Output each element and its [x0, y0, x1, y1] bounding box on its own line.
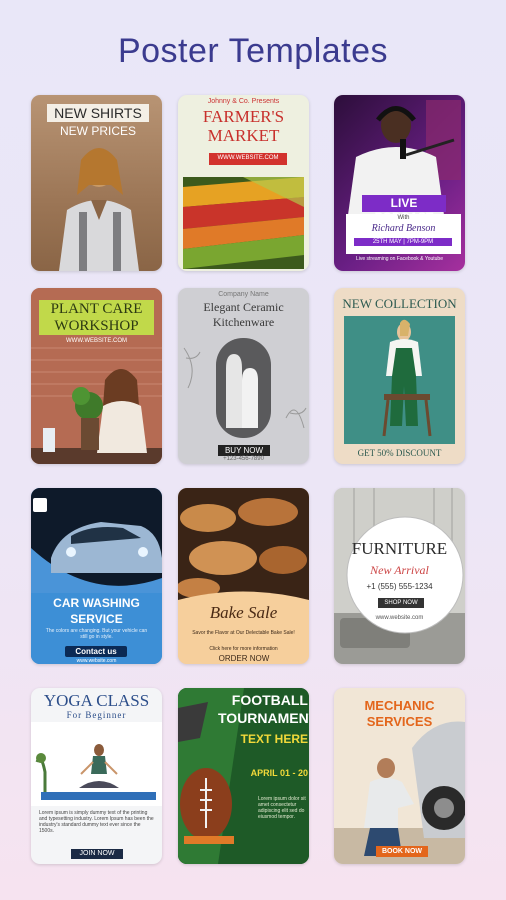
template-furniture[interactable]: FURNITURE New Arrival +1 (555) 555-1234 … — [334, 488, 465, 664]
template-bake-sale[interactable]: Bake Sale Savor the Flavor at Our Delect… — [178, 488, 309, 664]
furniture-website: www.website.com — [375, 615, 424, 621]
bake-tagline: Savor the Flavor at Our Delectable Bake … — [192, 630, 295, 636]
podcast-name: Richard Benson — [371, 223, 436, 234]
carwash-logo: Logo Here — [33, 500, 45, 512]
furniture-title: FURNITURE — [351, 539, 448, 558]
template-mechanic[interactable]: MECHANIC SERVICES BOOK NOW — [334, 688, 465, 864]
mechanic-title2: SERVICES — [366, 714, 433, 729]
carwash-title2: SERVICE — [70, 612, 123, 626]
page-title: Poster Templates — [117, 32, 389, 70]
yoga-subtitle: For Beginner — [66, 710, 127, 720]
template-yoga[interactable]: YOGA CLASS For Beginner Lorem ipsum is s… — [31, 688, 162, 864]
podcast-with: With — [397, 215, 410, 221]
plant-website: WWW.WEBSITE.COM — [66, 338, 127, 344]
furniture-shop-button: SHOP NOW — [384, 600, 418, 606]
vegetables-photo — [183, 177, 304, 269]
furniture-script: New Arrival — [370, 563, 429, 577]
carwash-contact-button: Contact us — [75, 647, 117, 656]
bake-order-button[interactable]: ORDER NOW — [213, 654, 275, 663]
template-new-shirts[interactable]: NEW SHIRTS NEW PRICES — [31, 95, 162, 271]
furniture-phone: +1 (555) 555-1234 — [366, 582, 433, 591]
template-plant-care[interactable]: PLANT CARE WORKSHOP WWW.WEBSITE.COM — [31, 288, 162, 464]
bake-title: Bake Sale — [209, 603, 278, 622]
football-text: Lorem ipsum dolor sit amet consectetur a… — [258, 796, 306, 820]
collection-title: NEW COLLECTION — [342, 296, 457, 311]
template-new-collection[interactable]: NEW COLLECTION GET 50% DISCOUNT — [334, 288, 465, 464]
mechanic-title1: MECHANIC — [364, 698, 435, 713]
collection-discount: GET 50% DISCOUNT — [357, 448, 442, 458]
yoga-join-button: JOIN NOW — [79, 850, 115, 857]
ceramic-buy-button: BUY NOW — [224, 446, 264, 455]
model-photo — [344, 316, 455, 444]
shirts-line2: NEW PRICES — [59, 124, 136, 138]
template-farmers-market[interactable]: Johnny & Co. Presents FARMER'S MARKET WW… — [178, 95, 309, 271]
yoga-photo — [31, 722, 162, 806]
football-title1: FOOTBALL — [231, 692, 308, 708]
shirts-line1: NEW SHIRTS — [54, 105, 142, 121]
football-title3: TEXT HERE — [240, 732, 308, 746]
model-photo — [59, 148, 139, 271]
farmers-website: WWW.WEBSITE.COM — [217, 155, 279, 161]
yoga-title: YOGA CLASS — [43, 691, 150, 710]
plant-title1: PLANT CARE — [50, 301, 143, 317]
template-car-washing[interactable]: Logo Here CAR WASHING SERVICE The colors… — [31, 488, 162, 664]
podcast-stream: Live streaming on Facebook & Youtube — [355, 256, 443, 262]
farmers-presents: Johnny & Co. Presents — [207, 98, 280, 105]
football-title2: TOURNAMENT — [218, 710, 309, 726]
farmers-title1: FARMER'S — [202, 107, 285, 126]
farmers-title2: MARKET — [207, 126, 280, 145]
mechanic-book-button: BOOK NOW — [381, 848, 423, 855]
vases-photo — [183, 338, 307, 438]
carwash-text: The colors are changing. But your vehicl… — [45, 628, 148, 640]
template-live-podcast[interactable]: LIVE PODCAST With Richard Benson 25TH MA… — [334, 95, 465, 271]
podcast-date: 25TH MAY | 7PM-9PM — [372, 239, 434, 245]
template-football[interactable]: FOOTBALL TOURNAMENT TEXT HERE APRIL 01 -… — [178, 688, 309, 864]
carwash-website: www.website.com — [76, 658, 117, 664]
yoga-text: Lorem ipsum is simply dummy text of the … — [39, 810, 154, 834]
bake-note: Click here for more information — [209, 646, 278, 652]
template-ceramic[interactable]: Company Name Elegant Ceramic Kitchenware… — [178, 288, 309, 464]
carwash-title1: CAR WASHING — [53, 596, 140, 610]
football-date: APRIL 01 - 20 — [250, 768, 308, 778]
ceramic-phone: +123-456-7890 — [223, 456, 264, 462]
bread-photo — [178, 488, 309, 664]
plant-title2: WORKSHOP — [54, 318, 139, 334]
